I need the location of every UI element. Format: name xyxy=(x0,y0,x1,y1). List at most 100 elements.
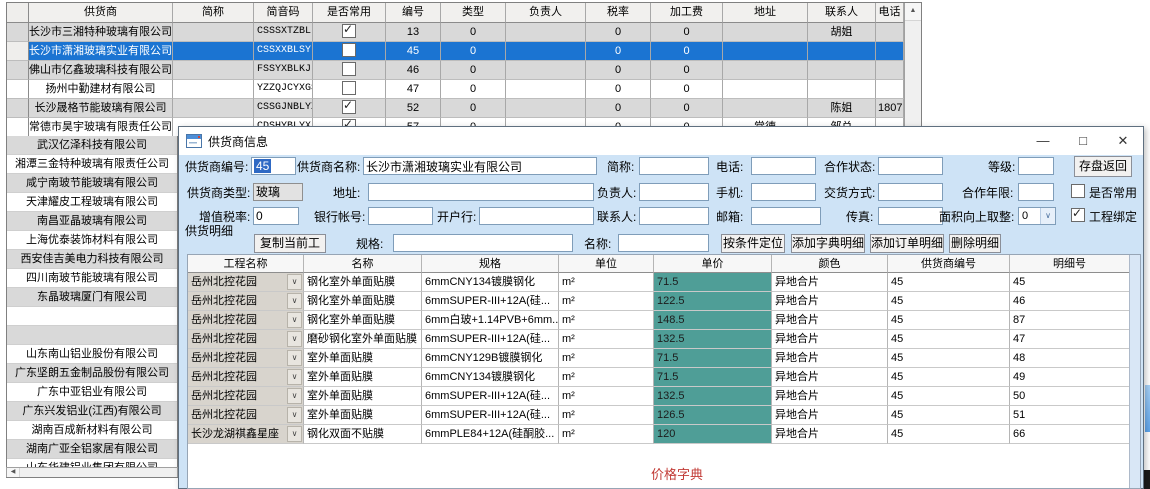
cell: 45 xyxy=(888,349,1010,368)
project-combobox[interactable]: 岳州北控花园∨ xyxy=(188,292,304,311)
delivery-mode-input[interactable] xyxy=(878,183,943,201)
supplier-list-item[interactable]: 广东中亚铝业有限公司 xyxy=(7,383,177,402)
spec-filter-input[interactable] xyxy=(393,234,573,252)
supplier-list-item[interactable]: 武汉亿泽科技有限公司 xyxy=(7,136,177,155)
detail-row[interactable]: 岳州北控花园∨室外单面贴膜6mmSUPER-III+12A(硅...m²126.… xyxy=(188,406,1140,425)
short-name-input[interactable] xyxy=(639,157,709,175)
name-filter-input[interactable] xyxy=(618,234,709,252)
grade-input[interactable] xyxy=(1018,157,1054,175)
phone-input[interactable] xyxy=(751,157,816,175)
cell xyxy=(808,61,876,80)
locate-button[interactable]: 按条件定位 xyxy=(721,234,785,253)
mobile-input[interactable] xyxy=(751,183,816,201)
supplier-list-item[interactable]: 上海优泰装饰材料有限公司 xyxy=(7,231,177,250)
maximize-icon[interactable]: □ xyxy=(1063,127,1103,155)
common-checkbox[interactable] xyxy=(342,100,356,114)
project-combobox[interactable]: 岳州北控花园∨ xyxy=(188,387,304,406)
copy-project-button[interactable]: 复制当前工程 xyxy=(254,234,326,253)
delete-detail-button[interactable]: 删除明细 xyxy=(949,234,1001,253)
contact-input[interactable] xyxy=(639,207,709,225)
column-header: 简称 xyxy=(173,3,254,23)
table-row[interactable]: 扬州中勤建材有限公司YZZQJCYXGS47000 xyxy=(7,80,904,99)
coop-years-input[interactable] xyxy=(1018,183,1054,201)
scroll-up-icon[interactable]: ▲ xyxy=(905,3,921,21)
detail-row[interactable]: 长沙龙湖祺鑫星座∨钢化双面不贴膜6mmPLE84+12A(硅酮胶...m²120… xyxy=(188,425,1140,444)
detail-row[interactable]: 岳州北控花园∨磨砂钢化室外单面贴膜6mmSUPER-III+12A(硅...m²… xyxy=(188,330,1140,349)
minimize-icon[interactable]: — xyxy=(1023,127,1063,155)
supplier-list-item[interactable]: 咸宁南玻节能玻璃有限公司 xyxy=(7,174,177,193)
supplier-list-item[interactable] xyxy=(7,326,177,345)
supplier-list-item[interactable]: 湘潭三金特种玻璃有限责任公司 xyxy=(7,155,177,174)
supplier-list: 武汉亿泽科技有限公司湘潭三金特种玻璃有限责任公司咸宁南玻节能玻璃有限公司天津耀皮… xyxy=(6,136,178,478)
add-dict-detail-button[interactable]: 添加字典明细 xyxy=(791,234,865,253)
detail-section-title: 供货明细 xyxy=(185,223,233,239)
cell xyxy=(723,99,808,118)
table-row[interactable]: 长沙市潇湘玻璃实业有限公司CSSXXBLSY...45000 xyxy=(7,42,904,61)
bank-account-input[interactable] xyxy=(368,207,433,225)
project-combobox[interactable]: 岳州北控花园∨ xyxy=(188,330,304,349)
supplier-list-item[interactable]: 广东兴发铝业(江西)有限公司 xyxy=(7,402,177,421)
supplier-list-item[interactable]: 广东坚朗五金制品股份有限公司 xyxy=(7,364,177,383)
add-order-detail-button[interactable]: 添加订单明细 xyxy=(870,234,944,253)
area-round-select[interactable]: 0 ∨ xyxy=(1018,207,1056,225)
project-bind-checkbox[interactable]: 工程绑定 xyxy=(1071,208,1137,224)
cell: 6mmSUPER-III+12A(硅... xyxy=(422,387,559,406)
project-combobox[interactable]: 岳州北控花园∨ xyxy=(188,311,304,330)
fax-input[interactable] xyxy=(878,207,943,225)
supplier-list-item[interactable]: 湖南百成新材料有限公司 xyxy=(7,421,177,440)
detail-row[interactable]: 岳州北控花园∨钢化室外单面贴膜6mmCNY134镀膜钢化m²71.5异地合片45… xyxy=(188,273,1140,292)
column-header: 工程名称 xyxy=(188,255,304,273)
cell: 0 xyxy=(586,80,651,99)
column-header: 简音码 xyxy=(254,3,313,23)
detail-row[interactable]: 岳州北控花园∨室外单面贴膜6mmCNY134镀膜钢化m²71.5异地合片4549 xyxy=(188,368,1140,387)
supplier-list-item[interactable]: 山东南山铝业股份有限公司 xyxy=(7,345,177,364)
supplier-list-item[interactable]: 西安佳吉美电力科技有限公司 xyxy=(7,250,177,269)
dropdown-arrow-icon: ∨ xyxy=(287,293,302,309)
leader-input[interactable] xyxy=(639,183,709,201)
detail-grid-rows: 岳州北控花园∨钢化室外单面贴膜6mmCNY134镀膜钢化m²71.5异地合片45… xyxy=(188,273,1140,444)
supplier-list-item[interactable] xyxy=(7,307,177,326)
cell: m² xyxy=(559,273,654,292)
supplier-name-input[interactable] xyxy=(363,157,597,175)
supplier-list-item[interactable]: 天津耀皮工程玻璃有限公司 xyxy=(7,193,177,212)
cell: 室外单面贴膜 xyxy=(304,406,422,425)
detail-row[interactable]: 岳州北控花园∨室外单面贴膜6mmSUPER-III+12A(硅...m²132.… xyxy=(188,387,1140,406)
table-row[interactable]: 长沙晟格节能玻璃有限公司CSSGJNBLYXGS52000陈姐180751 xyxy=(7,99,904,118)
contact-label: 联系人: xyxy=(597,209,636,225)
table-row[interactable]: 佛山市亿鑫玻璃科技有限公司FSSYXBLKJ...46000 xyxy=(7,61,904,80)
supplier-id-input[interactable]: 45 xyxy=(251,157,296,175)
common-checkbox[interactable] xyxy=(342,43,356,57)
save-return-button[interactable]: 存盘返回 xyxy=(1074,156,1132,177)
detail-row[interactable]: 岳州北控花园∨钢化室外单面贴膜6mmSUPER-III+12A(硅...m²12… xyxy=(188,292,1140,311)
supplier-list-item[interactable]: 东晶玻璃厦门有限公司 xyxy=(7,288,177,307)
address-input[interactable] xyxy=(368,183,594,201)
close-icon[interactable]: ✕ xyxy=(1103,127,1143,155)
common-checkbox[interactable] xyxy=(342,62,356,76)
vat-rate-input[interactable] xyxy=(253,207,299,225)
common-use-checkbox[interactable]: 是否常用 xyxy=(1071,184,1137,200)
common-checkbox[interactable] xyxy=(342,81,356,95)
coop-status-input[interactable] xyxy=(878,157,943,175)
cell: 磨砂钢化室外单面贴膜 xyxy=(304,330,422,349)
detail-row[interactable]: 岳州北控花园∨室外单面贴膜6mmCNY129B镀膜钢化m²71.5异地合片454… xyxy=(188,349,1140,368)
vertical-scrollbar[interactable]: ▲ xyxy=(904,3,921,136)
supplier-type-input[interactable]: 玻璃 xyxy=(253,183,303,201)
supplier-list-item[interactable]: 南昌亚晶玻璃有限公司 xyxy=(7,212,177,231)
cell: 52 xyxy=(386,99,441,118)
supplier-list-item[interactable]: 四川南玻节能玻璃有限公司 xyxy=(7,269,177,288)
grid-vertical-scrollbar[interactable] xyxy=(1129,255,1140,488)
supplier-list-item[interactable]: 湖南广亚全铝家居有限公司 xyxy=(7,440,177,459)
project-combobox[interactable]: 长沙龙湖祺鑫星座∨ xyxy=(188,425,304,444)
scroll-left-icon[interactable]: ◀ xyxy=(7,468,20,477)
dropdown-arrow-icon: ∨ xyxy=(287,388,302,404)
supplier-info-dialog: 供货商信息 — □ ✕ 供货商编号: 45 供货商名称: 简称: 电话: 合作状… xyxy=(178,126,1144,489)
project-combobox[interactable]: 岳州北控花园∨ xyxy=(188,368,304,387)
project-combobox[interactable]: 岳州北控花园∨ xyxy=(188,349,304,368)
project-combobox[interactable]: 岳州北控花园∨ xyxy=(188,273,304,292)
table-row[interactable]: 长沙市三湘特种玻璃有限公司CSSSXTZBL...13000胡姐 xyxy=(7,23,904,42)
email-input[interactable] xyxy=(751,207,821,225)
project-combobox[interactable]: 岳州北控花园∨ xyxy=(188,406,304,425)
common-checkbox[interactable] xyxy=(342,24,356,38)
detail-row[interactable]: 岳州北控花园∨钢化室外单面贴膜6mm白玻+1.14PVB+6mm...m²148… xyxy=(188,311,1140,330)
bank-input[interactable] xyxy=(479,207,594,225)
